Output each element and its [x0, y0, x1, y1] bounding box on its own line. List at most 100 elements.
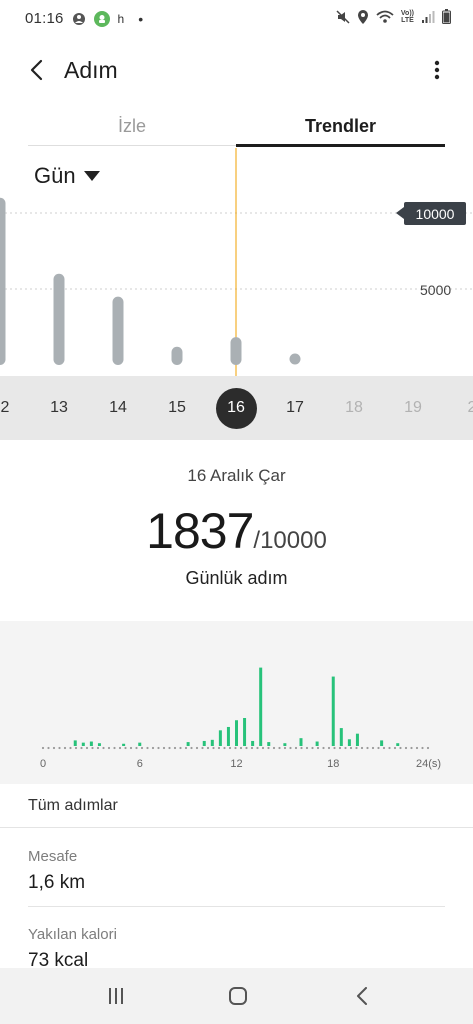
step-bar: [289, 353, 301, 365]
baseline-dot: [168, 746, 171, 750]
gallery-icon: [72, 12, 86, 26]
page-title: Adım: [64, 57, 118, 83]
baseline-dot: [58, 746, 61, 750]
baseline-dot: [151, 746, 155, 750]
daily-steps-chart[interactable]: [0, 148, 473, 376]
hourly-bar: [122, 743, 126, 746]
summary-date: 16 Aralık Çar: [187, 466, 286, 485]
baseline-dot: [74, 746, 78, 750]
baseline-dot: [118, 746, 122, 750]
recent-apps-icon: [109, 988, 123, 1004]
hourly-tick-label: 24(s): [416, 758, 441, 770]
back-nav-icon: [357, 987, 367, 1005]
baseline-dot: [272, 746, 276, 750]
hourly-bar: [210, 739, 214, 746]
day-item-17[interactable]: 17: [273, 376, 317, 440]
baseline-dot: [294, 746, 298, 750]
app-screen: 01:16 h • Vo)) LTE Adım İzle Trendler Gü…: [0, 0, 473, 1024]
day-item-18[interactable]: 18: [332, 376, 376, 440]
baseline-dot: [366, 746, 369, 750]
distance-value: 1,6 km: [28, 872, 86, 893]
goal-line-label: 10000: [404, 202, 466, 225]
back-arrow-icon: [30, 59, 43, 81]
calories-label: Yakılan kalori: [28, 926, 117, 943]
hourly-bar: [97, 743, 101, 746]
home-button[interactable]: [218, 980, 258, 1012]
baseline-dot: [250, 746, 254, 750]
mid-line-label: 5000: [420, 282, 452, 298]
hourly-steps-chart: 0 6 12 18 24(s): [40, 667, 441, 770]
baseline-dot: [190, 746, 193, 750]
day-item-19[interactable]: 19: [391, 376, 435, 440]
day-item-14[interactable]: 14: [96, 376, 140, 440]
hourly-bar: [186, 742, 190, 746]
hourly-bar: [235, 720, 238, 746]
baseline-dot: [283, 746, 287, 750]
step-count-value: 1837: [146, 503, 254, 559]
tab-izle[interactable]: İzle: [28, 104, 236, 148]
recent-apps-button[interactable]: [96, 980, 136, 1012]
hourly-bar: [396, 743, 400, 746]
baseline-dot: [382, 746, 386, 750]
baseline-dot: [426, 746, 430, 750]
day-item-16[interactable]: 16: [214, 376, 258, 440]
baseline-dot: [179, 746, 182, 750]
baseline-dot: [322, 746, 325, 750]
day-selector: 2 13 14 15 16 17 18 19 2: [0, 376, 473, 440]
step-goal: /10000: [253, 527, 327, 554]
baseline-dot: [278, 746, 281, 750]
hourly-bar: [315, 741, 319, 746]
goal-badge-pointer: [396, 207, 404, 219]
hourly-bar: [89, 741, 93, 746]
baseline-dot: [239, 746, 243, 750]
day-item-13[interactable]: 13: [37, 376, 81, 440]
baseline-dot: [47, 746, 50, 750]
day-item-20[interactable]: 2: [450, 376, 473, 440]
all-steps-header[interactable]: Tüm adımlar: [28, 797, 118, 815]
baseline-dot: [305, 746, 309, 750]
hourly-bar: [299, 738, 303, 746]
day-item-15[interactable]: 15: [155, 376, 199, 440]
wifi-icon: [376, 10, 394, 24]
hourly-bar: [259, 667, 263, 746]
status-right: Vo)) LTE: [336, 9, 451, 24]
baseline-dot: [223, 746, 226, 750]
baseline-dot: [217, 746, 221, 750]
baseline-dot: [80, 746, 83, 750]
baseline-dot: [52, 746, 56, 750]
baseline-dot: [41, 746, 45, 750]
back-button[interactable]: [22, 56, 50, 84]
status-letter: h: [117, 11, 125, 26]
hourly-tick-label: 6: [137, 758, 143, 770]
mute-icon: [336, 9, 350, 24]
more-options-button[interactable]: [425, 56, 449, 84]
baseline-dot: [146, 746, 149, 750]
baseline-dot: [311, 746, 314, 750]
hourly-bar: [243, 718, 247, 746]
tab-divider: [28, 145, 236, 146]
baseline-dot: [107, 746, 111, 750]
hourly-bar: [81, 742, 85, 746]
hourly-tick-label: 12: [230, 758, 242, 770]
baseline-dot: [173, 746, 177, 750]
hourly-bar: [138, 742, 142, 746]
app-header: Adım: [0, 48, 473, 92]
baseline-dot: [415, 746, 419, 750]
hourly-bar: [355, 733, 359, 746]
baseline-dot: [195, 746, 199, 750]
system-nav-bar: [0, 968, 473, 1024]
baseline-dot: [410, 746, 413, 750]
hourly-bar: [380, 740, 384, 746]
list-divider: [28, 906, 445, 907]
more-vert-icon: [434, 60, 440, 80]
baseline-dot: [355, 746, 358, 750]
home-icon: [229, 987, 247, 1005]
baseline-dot: [404, 746, 408, 750]
back-nav-button[interactable]: [342, 980, 382, 1012]
step-bar: [0, 197, 6, 365]
status-dot: •: [138, 10, 144, 27]
hourly-bar: [73, 740, 77, 746]
tab-trendler[interactable]: Trendler: [236, 104, 445, 148]
day-item-2[interactable]: 2: [0, 376, 27, 440]
baseline-dot: [261, 746, 265, 750]
